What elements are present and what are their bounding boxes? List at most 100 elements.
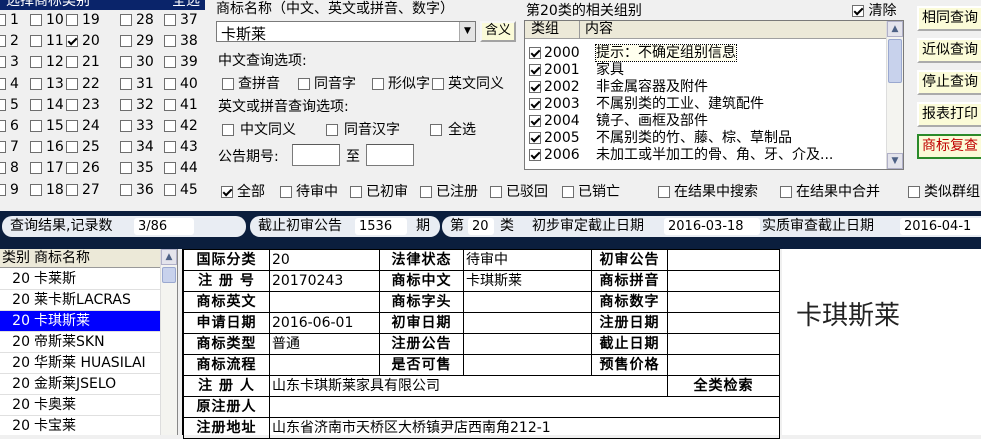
checkbox-icon[interactable] <box>120 77 132 90</box>
col-name-header[interactable]: 商标名称 <box>34 249 90 268</box>
class-checkbox-item[interactable]: 13 <box>30 74 64 94</box>
select-all-label[interactable]: 全选 <box>172 0 200 10</box>
checkbox-icon[interactable] <box>0 162 6 175</box>
scroll-down-icon[interactable]: ▼ <box>887 153 903 169</box>
class-checkbox-item[interactable]: 4 <box>0 74 19 94</box>
checkbox-icon[interactable] <box>164 35 176 48</box>
en-option-checkbox[interactable]: 同音汉字 <box>326 119 400 139</box>
checkbox-icon[interactable] <box>221 186 233 198</box>
contains-button[interactable]: 含义 <box>480 21 516 42</box>
checkbox-icon[interactable] <box>420 186 432 198</box>
class-checkbox-item[interactable]: 3 <box>0 52 19 72</box>
checkbox-icon[interactable] <box>120 35 132 48</box>
col-content-header[interactable]: 内容 <box>585 21 613 38</box>
checkbox-icon[interactable] <box>529 47 541 59</box>
checkbox-icon[interactable] <box>66 14 78 26</box>
checkbox-icon[interactable] <box>490 186 502 198</box>
group-list[interactable]: 类组 内容 2000 提示：不确定组别信息 2001 家具 2002 非金属容器及附件 20… <box>524 20 904 170</box>
checkbox-icon[interactable] <box>66 120 78 132</box>
search-filter-checkbox[interactable]: 在结果中搜索 <box>658 181 758 201</box>
side-button[interactable]: 近似查询 <box>917 38 981 63</box>
search-filter-checkbox[interactable]: 类似群组 <box>908 181 980 201</box>
checkbox-icon[interactable] <box>529 81 541 93</box>
checkbox-icon[interactable] <box>30 183 42 196</box>
period-to-input[interactable] <box>366 144 414 166</box>
checkbox-icon[interactable] <box>0 56 6 69</box>
class-checkbox-item[interactable]: 22 <box>66 74 100 94</box>
result-scrollbar[interactable]: ▲ <box>160 249 177 435</box>
class-checkbox-item[interactable]: 11 <box>30 31 64 51</box>
col-group-header[interactable]: 类组 <box>531 21 559 38</box>
status-filter-checkbox[interactable]: 已注册 <box>420 181 478 201</box>
checkbox-icon[interactable] <box>66 35 78 48</box>
class-checkbox-item[interactable]: 23 <box>66 95 100 115</box>
result-row[interactable]: 20 金斯莱JSELO <box>0 374 162 395</box>
checkbox-icon[interactable] <box>164 120 176 132</box>
side-button[interactable]: 报表打印 <box>917 102 981 127</box>
class-checkbox-item[interactable]: 1 <box>0 10 19 30</box>
class-checkbox-item[interactable]: 33 <box>120 116 154 136</box>
class-checkbox-item[interactable]: 18 <box>30 180 64 200</box>
checkbox-icon[interactable] <box>66 77 78 90</box>
group-scrollbar[interactable]: ▲ ▼ <box>886 21 903 169</box>
result-scroll-up-icon[interactable]: ▲ <box>161 249 177 265</box>
checkbox-icon[interactable] <box>0 35 6 48</box>
en-option-checkbox[interactable]: 全选 <box>430 119 476 139</box>
chevron-down-icon[interactable]: ▼ <box>459 22 475 41</box>
checkbox-icon[interactable] <box>120 98 132 111</box>
checkbox-icon[interactable] <box>298 78 310 90</box>
side-button[interactable]: 停止查询 <box>917 70 981 95</box>
class-checkbox-item[interactable]: 41 <box>164 95 198 115</box>
checkbox-icon[interactable] <box>164 183 176 196</box>
class-checkbox-item[interactable]: 16 <box>30 137 64 157</box>
class-checkbox-item[interactable]: 38 <box>164 31 198 51</box>
class-checkbox-item[interactable]: 28 <box>120 10 154 30</box>
checkbox-icon[interactable] <box>0 77 6 90</box>
status-filter-checkbox[interactable]: 全部 <box>221 181 265 201</box>
class-checkbox-item[interactable]: 40 <box>164 74 198 94</box>
checkbox-icon[interactable] <box>430 124 442 136</box>
checkbox-icon[interactable] <box>0 98 6 111</box>
checkbox-icon[interactable] <box>120 183 132 196</box>
checkbox-icon[interactable] <box>120 56 132 69</box>
checkbox-icon[interactable] <box>66 183 78 196</box>
checkbox-icon[interactable] <box>280 186 292 198</box>
group-row[interactable]: 2003 不属别类的工业、建筑配件 <box>529 96 764 113</box>
cn-option-checkbox[interactable]: 查拼音 <box>222 73 280 93</box>
checkbox-icon[interactable] <box>66 141 78 154</box>
result-list[interactable]: 类别 商标名称 20 卡莱斯 20 莱卡斯LACRAS 20 卡琪斯莱 20 帝斯莱SKN 20… <box>0 249 178 435</box>
class-checkbox-item[interactable]: 9 <box>0 180 19 200</box>
trademark-name-value[interactable]: 卡斯莱 <box>221 23 266 44</box>
checkbox-icon[interactable] <box>908 186 920 198</box>
class-checkbox-item[interactable]: 25 <box>66 137 100 157</box>
cn-option-checkbox[interactable]: 英文同义 <box>432 73 504 93</box>
checkbox-icon[interactable] <box>222 78 234 90</box>
checkbox-icon[interactable] <box>350 186 362 198</box>
group-row[interactable]: 2004 镜子、画框及部件 <box>529 113 708 130</box>
class-checkbox-item[interactable]: 35 <box>120 158 154 178</box>
class-checkbox-item[interactable]: 31 <box>120 74 154 94</box>
checkbox-icon[interactable] <box>164 162 176 175</box>
checkbox-icon[interactable] <box>529 115 541 127</box>
class-checkbox-item[interactable]: 32 <box>120 95 154 115</box>
checkbox-icon[interactable] <box>30 14 42 26</box>
checkbox-icon[interactable] <box>222 124 234 136</box>
class-checkbox-item[interactable]: 20 <box>66 31 100 51</box>
status-filter-checkbox[interactable]: 已销亡 <box>562 181 620 201</box>
group-row[interactable]: 2002 非金属容器及附件 <box>529 79 708 96</box>
class-checkbox-item[interactable]: 24 <box>66 116 100 136</box>
class-checkbox-item[interactable]: 44 <box>164 158 198 178</box>
checkbox-icon[interactable] <box>372 78 384 90</box>
checkbox-icon[interactable] <box>529 64 541 76</box>
class-checkbox-item[interactable]: 30 <box>120 52 154 72</box>
clear-check-icon[interactable] <box>852 5 864 17</box>
class-checkbox-item[interactable]: 21 <box>66 52 100 72</box>
status-filter-checkbox[interactable]: 已驳回 <box>490 181 548 201</box>
all-class-search[interactable]: 全类检索 <box>667 375 780 397</box>
checkbox-icon[interactable] <box>30 77 42 90</box>
clear-checkbox[interactable]: 清除 <box>852 0 896 20</box>
checkbox-icon[interactable] <box>30 162 42 175</box>
checkbox-icon[interactable] <box>120 14 132 26</box>
side-button[interactable]: 相同查询 <box>917 6 981 31</box>
search-filter-checkbox[interactable]: 在结果中合并 <box>780 181 880 201</box>
